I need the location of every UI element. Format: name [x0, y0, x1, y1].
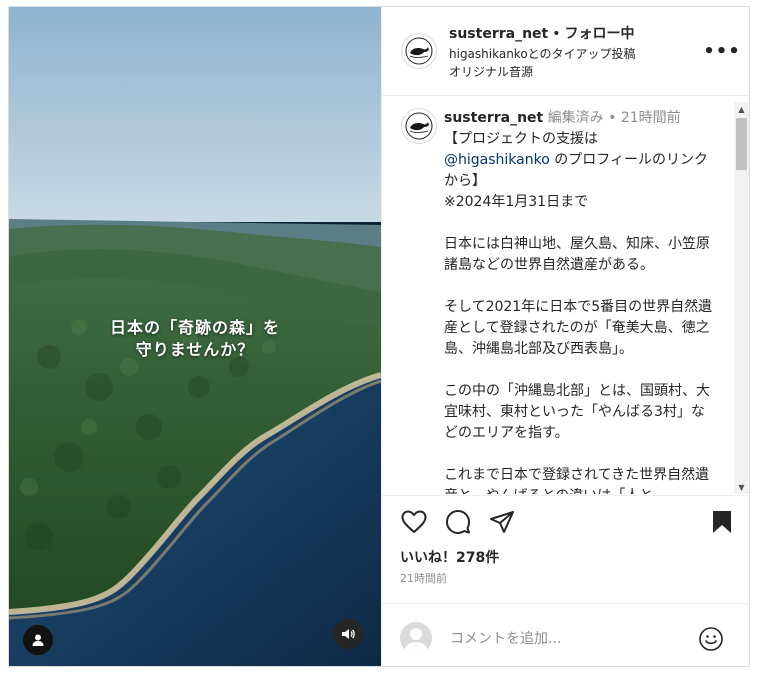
send-icon — [490, 511, 514, 533]
caption-time: 21時間前 — [620, 110, 681, 126]
post-dialog: 日本の「奇跡の森」を 守りませんか？ susterra_net • フォロー中 … — [8, 6, 750, 667]
scroll-up-arrow-icon[interactable]: ▲ — [734, 102, 749, 116]
overlay-line-2: 守りませんか？ — [135, 340, 255, 359]
user-icon — [32, 634, 44, 646]
caption-line-3: ※2024年1月31日まで — [444, 194, 589, 210]
current-user-avatar — [400, 622, 432, 654]
post-side-panel: susterra_net • フォロー中 higashikankoとのタイアップ投稿… — [381, 7, 750, 666]
post-media-video[interactable]: 日本の「奇跡の森」を 守りませんか？ — [9, 7, 381, 666]
whale-logo-icon — [405, 112, 433, 140]
header-username-link[interactable]: susterra_net — [449, 26, 548, 42]
whale-logo-icon — [405, 37, 433, 65]
caption-paragraph-3: この中の「沖縄島北部」とは、国頭村、大宜味村、東村といった「やんばる3村」などの… — [444, 383, 710, 441]
caption-line-1: 【プロジェクトの支援は — [444, 131, 598, 147]
save-button[interactable] — [708, 508, 736, 536]
video-overlay-caption: 日本の「奇跡の森」を 守りませんか？ — [9, 317, 381, 361]
caption-scrollbar[interactable]: ▲ ▼ — [734, 102, 749, 494]
scroll-down-arrow-icon[interactable]: ▼ — [734, 480, 749, 494]
like-button[interactable] — [400, 508, 428, 536]
edited-label: 編集済み — [547, 110, 604, 126]
post-header: susterra_net • フォロー中 higashikankoとのタイアップ投稿… — [382, 7, 750, 96]
original-audio-link[interactable]: オリジナル音源 — [449, 63, 533, 80]
caption-body: 【プロジェクトの支援は @higashikanko のプロフィールのリンクから】… — [444, 129, 714, 494]
following-button[interactable]: フォロー中 — [565, 26, 635, 42]
comment-button[interactable] — [444, 508, 472, 536]
heart-icon — [401, 510, 427, 533]
header-separator: • — [552, 26, 561, 42]
overlay-line-1: 日本の「奇跡の森」を — [109, 318, 280, 337]
caption-author-avatar[interactable] — [401, 108, 437, 144]
speaker-icon — [342, 629, 355, 639]
caption-line-2: @higashikanko のプロフィールのリンクから】 — [444, 150, 714, 192]
default-avatar-icon — [400, 622, 432, 654]
caption-text: susterra_net 編集済み • 21時間前 【プロジェクトの支援は @h… — [444, 108, 714, 494]
more-options-button[interactable]: ••• — [703, 41, 740, 62]
paid-partnership-link[interactable]: higashikankoとのタイアップ投稿 — [449, 45, 636, 62]
comment-composer — [382, 603, 750, 667]
scrollbar-thumb[interactable] — [736, 118, 747, 170]
author-avatar[interactable] — [401, 33, 437, 69]
comment-input[interactable] — [448, 626, 682, 652]
caption-paragraph-1: 日本には白神山地、屋久島、知床、小笠原諸島などの世界自然遺産がある。 — [444, 236, 710, 273]
caption-username-link[interactable]: susterra_net — [444, 110, 543, 126]
tagged-users-button[interactable] — [23, 625, 53, 655]
mention-link[interactable]: @higashikanko — [444, 152, 550, 168]
emoji-picker-button[interactable] — [698, 626, 724, 652]
emoji-icon — [699, 627, 723, 651]
post-time[interactable]: 21時間前 — [400, 570, 447, 586]
header-user-line: susterra_net • フォロー中 — [449, 23, 635, 43]
share-button[interactable] — [488, 508, 516, 536]
caption-dot: • — [608, 110, 617, 126]
bookmark-icon — [713, 511, 731, 533]
post-actions-bar — [382, 495, 750, 540]
caption-header-line: susterra_net 編集済み • 21時間前 — [444, 108, 714, 129]
likes-count-link[interactable]: いいね！278件 — [400, 547, 499, 567]
comment-icon — [446, 510, 470, 534]
caption-paragraph-2: そして2021年に日本で5番目の世界自然遺産として登録されたのが「奄美大島、徳之… — [444, 299, 713, 357]
caption-scroll-area[interactable]: susterra_net 編集済み • 21時間前 【プロジェクトの支援は @h… — [382, 96, 750, 494]
mute-toggle-button[interactable] — [333, 619, 363, 649]
caption-paragraph-4: これまで日本で登録されてきた世界自然遺産と、やんばるとの違いは「人と — [444, 467, 710, 494]
more-horizontal-icon: ••• — [703, 40, 741, 62]
